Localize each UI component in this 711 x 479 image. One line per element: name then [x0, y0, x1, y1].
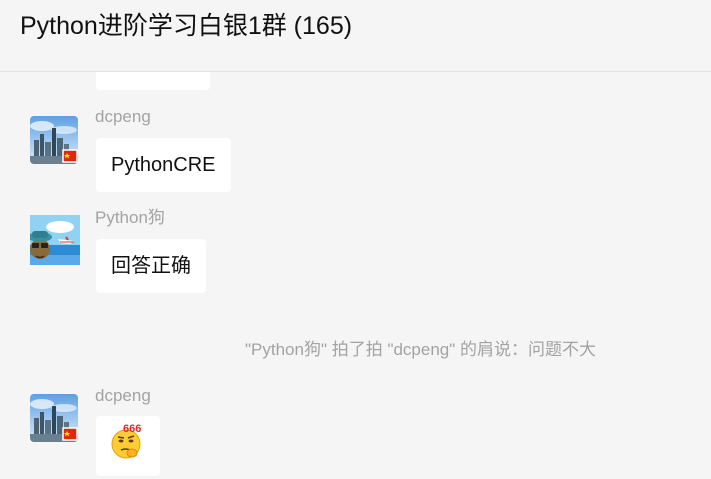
sender-name: dcpeng [95, 386, 151, 405]
avatar[interactable] [30, 215, 80, 265]
sender-name: Python狗 [95, 208, 165, 227]
city-skyline-avatar-image [30, 116, 78, 164]
cartoon-beach-avatar-image [30, 215, 80, 265]
message-bubble[interactable]: PythonCRE [96, 138, 231, 192]
message-text: 回答正确 [111, 255, 191, 277]
chat-title[interactable]: Python进阶学习白银1群 (165) [20, 9, 352, 43]
message-bubble[interactable]: 回答正确 [96, 239, 206, 293]
avatar[interactable] [30, 116, 78, 164]
emoji-666-label: 666 [123, 423, 142, 435]
message-list[interactable]: dcpeng PythonCRE Python狗 回答正确 "Python狗" … [0, 72, 711, 479]
avatar[interactable] [30, 394, 78, 442]
city-skyline-avatar-image [30, 394, 78, 442]
pat-system-message: "Python狗" 拍了拍 "dcpeng" 的肩说：问题不大 [245, 340, 597, 359]
emoji-message-bubble[interactable]: 666 [96, 416, 160, 476]
chat-header: Python进阶学习白银1群 (165) [0, 0, 711, 72]
previous-message-bubble[interactable] [96, 72, 210, 90]
sender-name: dcpeng [95, 107, 151, 126]
message-text: PythonCRE [111, 154, 216, 176]
